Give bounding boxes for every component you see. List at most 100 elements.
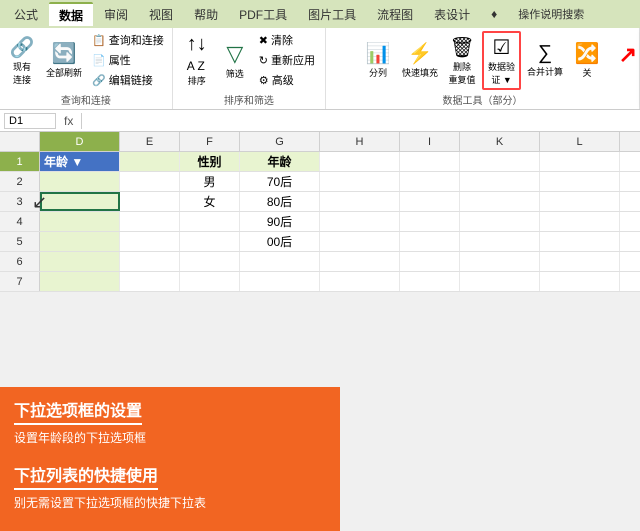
cell-L7[interactable] (540, 272, 620, 291)
cell-D5[interactable] (40, 232, 120, 251)
cell-D4[interactable] (40, 212, 120, 231)
cell-E4[interactable] (120, 212, 180, 231)
cell-H4[interactable] (320, 212, 400, 231)
tab-review[interactable]: 审阅 (94, 2, 138, 26)
cell-K5[interactable] (460, 232, 540, 251)
group-label-sort: 排序和筛选 (224, 92, 274, 107)
cell-H1[interactable] (320, 152, 400, 171)
cell-E5[interactable] (120, 232, 180, 251)
cell-K4[interactable] (460, 212, 540, 231)
col-header-L[interactable]: L (540, 132, 620, 151)
cell-F2[interactable]: 男 (180, 172, 240, 191)
clear-button[interactable]: ✖ 清除 (255, 31, 319, 49)
tab-view[interactable]: 视图 (139, 2, 183, 26)
advanced-button[interactable]: ⚙ 高级 (255, 71, 319, 89)
data-validation-button[interactable]: ☑ 数据验证 ▼ (482, 31, 521, 90)
tab-pdf[interactable]: PDF工具 (229, 2, 297, 26)
row-num-4: 4 (0, 212, 40, 231)
info-desc-1: 设置年龄段的下拉选项框 (14, 429, 326, 446)
cell-K3[interactable] (460, 192, 540, 211)
cell-F5[interactable] (180, 232, 240, 251)
cell-G1[interactable]: 年龄 (240, 152, 320, 171)
cell-L5[interactable] (540, 232, 620, 251)
tab-search[interactable]: 操作说明搜索 (508, 2, 594, 26)
tab-bar: 公式 数据 审阅 视图 帮助 PDF工具 图片工具 流程图 表设计 ♦ 操作说明… (0, 0, 640, 28)
sort-button[interactable]: ↑↓A Z 排序 (179, 32, 215, 89)
fx-label: fx (60, 114, 77, 128)
cell-I6[interactable] (400, 252, 460, 271)
cell-D2[interactable] (40, 172, 120, 191)
cell-F4[interactable] (180, 212, 240, 231)
tab-help[interactable]: 帮助 (184, 2, 228, 26)
cell-H2[interactable] (320, 172, 400, 191)
cell-L2[interactable] (540, 172, 620, 191)
tab-image[interactable]: 图片工具 (298, 2, 366, 26)
info-box: 下拉选项框的设置 设置年龄段的下拉选项框 下拉列表的快捷使用 别无需设置下拉选项… (0, 387, 340, 531)
cell-L6[interactable] (540, 252, 620, 271)
cell-I4[interactable] (400, 212, 460, 231)
cell-E2[interactable] (120, 172, 180, 191)
cell-F3[interactable]: 女 (180, 192, 240, 211)
col-header-F[interactable]: F (180, 132, 240, 151)
cell-I3[interactable] (400, 192, 460, 211)
col-header-K[interactable]: K (460, 132, 540, 151)
cell-D6[interactable] (40, 252, 120, 271)
tab-flow[interactable]: 流程图 (367, 2, 423, 26)
existing-connections-button[interactable]: 🔗 现有连接 (4, 33, 40, 88)
cell-reference-input[interactable] (4, 113, 56, 129)
cell-F1[interactable]: 性别 (180, 152, 240, 171)
formula-input[interactable] (86, 114, 636, 128)
cell-K2[interactable] (460, 172, 540, 191)
col-header-I[interactable]: I (400, 132, 460, 151)
cell-L4[interactable] (540, 212, 620, 231)
group-label-data-tools: 数据工具（部分） (443, 92, 523, 107)
reapply-button[interactable]: ↻ 重新应用 (255, 51, 319, 69)
tab-table-design[interactable]: 表设计 (424, 2, 480, 26)
cell-D1[interactable]: 年龄 ▼ (40, 152, 120, 171)
cell-I2[interactable] (400, 172, 460, 191)
cell-H6[interactable] (320, 252, 400, 271)
cell-K7[interactable] (460, 272, 540, 291)
cell-G2[interactable]: 70后 (240, 172, 320, 191)
cell-E6[interactable] (120, 252, 180, 271)
cell-L3[interactable] (540, 192, 620, 211)
tab-formula[interactable]: 公式 (4, 2, 48, 26)
cell-G7[interactable] (240, 272, 320, 291)
cell-L1[interactable] (540, 152, 620, 171)
tab-data[interactable]: 数据 (49, 2, 93, 26)
refresh-all-button[interactable]: 🔄 全部刷新 (42, 39, 86, 81)
cell-H5[interactable] (320, 232, 400, 251)
cell-E3[interactable] (120, 192, 180, 211)
split-columns-button[interactable]: 📊 分列 (360, 39, 396, 81)
cell-G4[interactable]: 90后 (240, 212, 320, 231)
col-header-G[interactable]: G (240, 132, 320, 151)
relations-button[interactable]: 🔀 关 (569, 39, 605, 81)
edit-links-button[interactable]: 🔗 编辑链接 (88, 71, 168, 89)
col-header-H[interactable]: H (320, 132, 400, 151)
remove-duplicates-button[interactable]: 🗑 删除重复值 (444, 33, 480, 88)
cell-E7[interactable] (120, 272, 180, 291)
cell-G3[interactable]: 80后 (240, 192, 320, 211)
cell-I1[interactable] (400, 152, 460, 171)
cell-F6[interactable] (180, 252, 240, 271)
cell-E1[interactable] (120, 152, 180, 171)
col-header-E[interactable]: E (120, 132, 180, 151)
cell-F7[interactable] (180, 272, 240, 291)
cell-D3[interactable] (40, 192, 120, 211)
cell-G6[interactable] (240, 252, 320, 271)
query-connections-button[interactable]: 📋 查询和连接 (88, 31, 168, 49)
flash-fill-button[interactable]: ⚡ 快速填充 (398, 39, 442, 81)
properties-button[interactable]: 📄 属性 (88, 51, 168, 69)
merge-calc-button[interactable]: ∑ 合并计算 (523, 40, 567, 80)
cell-H7[interactable] (320, 272, 400, 291)
cell-H3[interactable] (320, 192, 400, 211)
cell-K6[interactable] (460, 252, 540, 271)
cell-I5[interactable] (400, 232, 460, 251)
cell-I7[interactable] (400, 272, 460, 291)
cell-K1[interactable] (460, 152, 540, 171)
tab-diamond[interactable]: ♦ (481, 2, 507, 26)
cell-D7[interactable] (40, 272, 120, 291)
col-header-D[interactable]: D (40, 132, 120, 151)
filter-button[interactable]: ▽ 筛选 (217, 39, 253, 82)
cell-G5[interactable]: 00后 (240, 232, 320, 251)
